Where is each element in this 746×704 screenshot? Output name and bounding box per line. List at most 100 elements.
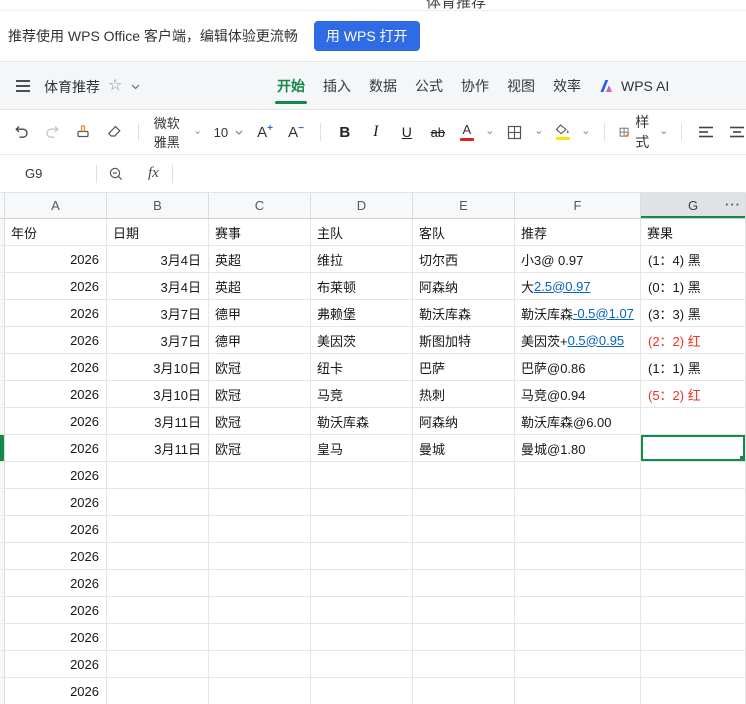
header-cell[interactable]: 客队: [413, 219, 515, 246]
date-cell[interactable]: 3月4日: [107, 246, 209, 273]
selected-cell[interactable]: [641, 435, 746, 462]
odds-link[interactable]: -0.5@1.07: [573, 306, 634, 321]
empty-cell[interactable]: [209, 543, 311, 570]
font-family-select[interactable]: 微软雅黑: [154, 113, 201, 151]
eraser-button[interactable]: [105, 118, 123, 146]
empty-cell[interactable]: [515, 570, 641, 597]
empty-cell[interactable]: [209, 678, 311, 704]
empty-cell[interactable]: [413, 597, 515, 624]
year-cell[interactable]: 2026: [5, 516, 107, 543]
home-team-cell[interactable]: 布莱顿: [311, 273, 413, 300]
competition-cell[interactable]: 德甲: [209, 327, 311, 354]
empty-cell[interactable]: [641, 543, 746, 570]
date-cell[interactable]: 3月4日: [107, 273, 209, 300]
ribbon-tab[interactable]: 插入: [323, 62, 351, 110]
format-painter-button[interactable]: [74, 118, 92, 146]
empty-cell[interactable]: [209, 597, 311, 624]
date-cell[interactable]: 3月7日: [107, 300, 209, 327]
date-cell[interactable]: 3月11日: [107, 435, 209, 462]
ribbon-tab[interactable]: 开始: [275, 62, 307, 110]
year-cell[interactable]: 2026: [5, 570, 107, 597]
away-team-cell[interactable]: 巴萨: [413, 354, 515, 381]
wps-ai-tab[interactable]: WPS AI: [599, 62, 669, 110]
away-team-cell[interactable]: 阿森纳: [413, 273, 515, 300]
year-cell[interactable]: 2026: [5, 597, 107, 624]
recommendation-cell[interactable]: 小3@ 0.97: [515, 246, 641, 273]
fill-handle[interactable]: [740, 456, 745, 461]
empty-cell[interactable]: [641, 597, 746, 624]
result-cell[interactable]: [641, 408, 746, 435]
year-cell[interactable]: 2026: [5, 381, 107, 408]
empty-cell[interactable]: [515, 462, 641, 489]
empty-cell[interactable]: [515, 597, 641, 624]
strikethrough-button[interactable]: ab: [429, 118, 447, 146]
recommendation-cell[interactable]: 美因茨+ 0.5@0.95: [515, 327, 641, 354]
fill-chevron-icon[interactable]: [583, 130, 589, 135]
recommendation-cell[interactable]: 勒沃库森@6.00: [515, 408, 641, 435]
align-left-button[interactable]: [697, 118, 715, 146]
header-cell[interactable]: 年份: [5, 219, 107, 246]
year-cell[interactable]: 2026: [5, 651, 107, 678]
font-size-select[interactable]: 10: [214, 125, 243, 140]
empty-cell[interactable]: [515, 651, 641, 678]
empty-cell[interactable]: [311, 624, 413, 651]
year-cell[interactable]: 2026: [5, 300, 107, 327]
header-cell[interactable]: 日期: [107, 219, 209, 246]
empty-cell[interactable]: [515, 489, 641, 516]
year-cell[interactable]: 2026: [5, 273, 107, 300]
increase-font-button[interactable]: A+: [256, 118, 274, 146]
recommendation-cell[interactable]: 曼城@1.80: [515, 435, 641, 462]
empty-cell[interactable]: [641, 570, 746, 597]
home-team-cell[interactable]: 美因茨: [311, 327, 413, 354]
column-header-f[interactable]: F: [515, 193, 641, 218]
year-cell[interactable]: 2026: [5, 489, 107, 516]
away-team-cell[interactable]: 切尔西: [413, 246, 515, 273]
year-cell[interactable]: 2026: [5, 678, 107, 704]
empty-cell[interactable]: [311, 462, 413, 489]
ribbon-tab[interactable]: 数据: [369, 62, 397, 110]
empty-cell[interactable]: [107, 678, 209, 704]
year-cell[interactable]: 2026: [5, 462, 107, 489]
bold-button[interactable]: B: [336, 118, 354, 146]
empty-cell[interactable]: [311, 570, 413, 597]
favorite-star-icon[interactable]: ☆: [108, 75, 122, 95]
undo-button[interactable]: [12, 118, 30, 146]
menu-icon[interactable]: [16, 80, 30, 92]
ribbon-tab[interactable]: 视图: [507, 62, 535, 110]
result-cell[interactable]: (0：1) 黑: [641, 273, 746, 300]
empty-cell[interactable]: [209, 570, 311, 597]
home-team-cell[interactable]: 纽卡: [311, 354, 413, 381]
competition-cell[interactable]: 欧冠: [209, 354, 311, 381]
year-cell[interactable]: 2026: [5, 246, 107, 273]
borders-chevron-icon[interactable]: [536, 130, 542, 135]
title-chevron-icon[interactable]: [131, 84, 140, 90]
ribbon-tab[interactable]: 公式: [415, 62, 443, 110]
empty-cell[interactable]: [641, 462, 746, 489]
font-color-chevron-icon[interactable]: [487, 130, 493, 135]
year-cell[interactable]: 2026: [5, 435, 107, 462]
ribbon-tab[interactable]: 效率: [553, 62, 581, 110]
header-cell[interactable]: 主队: [311, 219, 413, 246]
away-team-cell[interactable]: 阿森纳: [413, 408, 515, 435]
result-cell[interactable]: (5：2) 红: [641, 381, 746, 408]
empty-cell[interactable]: [413, 516, 515, 543]
header-cell[interactable]: 赛果: [641, 219, 746, 246]
empty-cell[interactable]: [413, 462, 515, 489]
empty-cell[interactable]: [311, 543, 413, 570]
redo-button[interactable]: [43, 118, 61, 146]
empty-cell[interactable]: [515, 624, 641, 651]
year-cell[interactable]: 2026: [5, 543, 107, 570]
empty-cell[interactable]: [209, 516, 311, 543]
home-team-cell[interactable]: 维拉: [311, 246, 413, 273]
empty-cell[interactable]: [641, 678, 746, 704]
recommendation-cell[interactable]: 勒沃库森 -0.5@1.07: [515, 300, 641, 327]
empty-cell[interactable]: [107, 570, 209, 597]
column-options-icon[interactable]: ···: [725, 197, 741, 212]
empty-cell[interactable]: [641, 489, 746, 516]
year-cell[interactable]: 2026: [5, 408, 107, 435]
empty-cell[interactable]: [107, 543, 209, 570]
empty-cell[interactable]: [515, 678, 641, 704]
away-team-cell[interactable]: 斯图加特: [413, 327, 515, 354]
recommendation-cell[interactable]: 马竞@0.94: [515, 381, 641, 408]
empty-cell[interactable]: [413, 651, 515, 678]
